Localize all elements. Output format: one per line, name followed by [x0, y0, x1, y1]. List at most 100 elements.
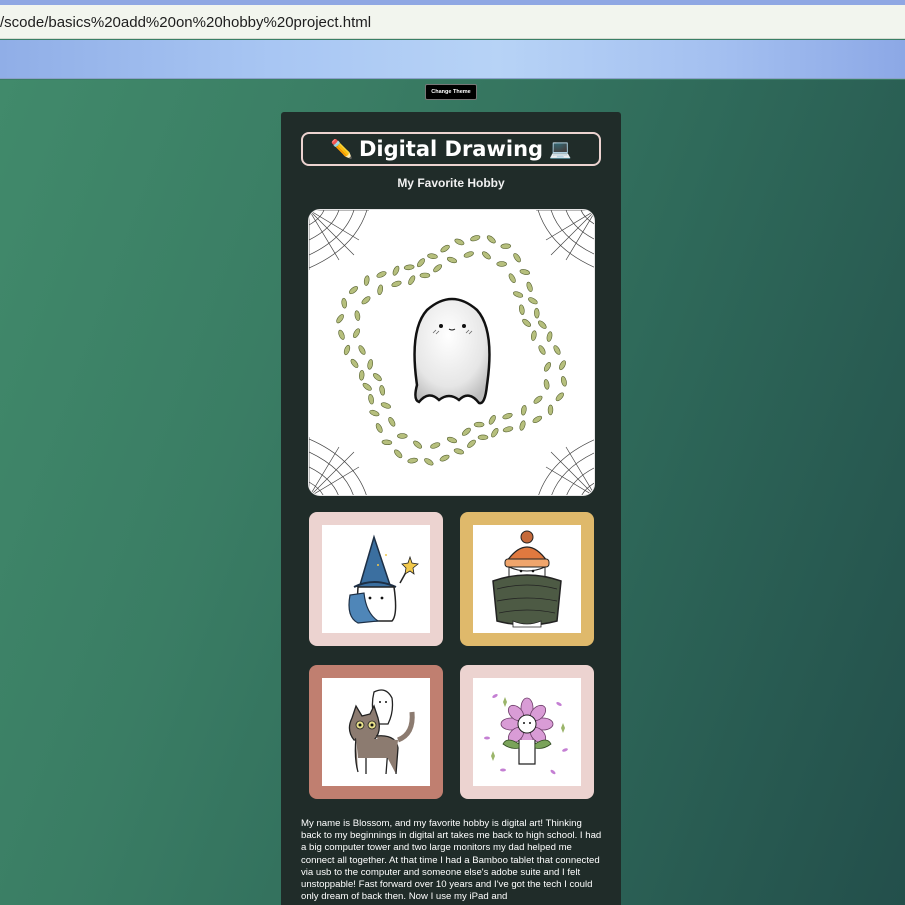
wreath-leaf	[522, 318, 532, 327]
wreath-leaf	[427, 253, 438, 259]
wreath-leaf	[358, 345, 366, 355]
wreath-leaf	[403, 264, 415, 271]
wreath-leaf	[461, 427, 471, 436]
wreath-leaf	[467, 439, 476, 448]
wreath-leaf	[424, 458, 434, 466]
wreath-leaf	[547, 404, 554, 416]
thumbnail-beanie-ghost	[460, 512, 594, 646]
wreath-leaf	[454, 238, 465, 246]
wreath-leaf	[502, 426, 514, 433]
wreath-leaf	[530, 330, 537, 341]
wreath-leaf	[538, 320, 547, 329]
wreath-leaf	[508, 273, 516, 283]
cobweb-bottom-right	[538, 439, 594, 495]
thumbnail-flower-ghost	[460, 665, 594, 799]
wreath-leaf	[470, 235, 481, 242]
change-theme-button[interactable]: Change Theme	[425, 84, 477, 100]
wreath-leaf	[496, 261, 507, 267]
hobby-card: ✏️ Digital Drawing 💻 My Favorite Hobby M…	[281, 112, 621, 905]
browser-toolbar	[0, 40, 905, 79]
wreath-leaf	[362, 382, 372, 391]
wreath-leaf	[453, 448, 465, 455]
wreath-leaf	[349, 286, 358, 295]
laptop-icon: 💻	[549, 139, 572, 159]
wreath-leaf	[502, 412, 513, 420]
wreath-leaf	[543, 362, 552, 372]
wreath-leaf	[528, 297, 538, 305]
wreath-leaf	[519, 269, 531, 275]
wreath-leaf	[439, 454, 450, 462]
wreath-leaf	[388, 417, 396, 427]
bio-paragraph: My name is Blossom, and my favorite hobb…	[301, 818, 602, 903]
cat-ghost-image	[348, 689, 415, 775]
wreath-leaf	[352, 328, 361, 338]
wreath-leaf	[341, 297, 347, 309]
wreath-leaf	[481, 251, 491, 260]
wreath-leaf	[532, 415, 543, 423]
hero-artwork-image	[308, 209, 595, 496]
wreath-leaf	[526, 281, 533, 292]
wreath-leaf	[473, 421, 485, 428]
wreath-leaf	[394, 449, 403, 459]
wreath-leaf	[491, 428, 499, 438]
cobweb-top-right	[536, 210, 594, 268]
subtitle: My Favorite Hobby	[397, 176, 505, 190]
wreath-leaf	[381, 439, 393, 446]
wreath-leaf	[440, 244, 450, 253]
beanie-ghost-image	[492, 530, 562, 628]
wreath-leaf	[518, 304, 525, 315]
wreath-leaf	[369, 409, 380, 417]
wreath-leaf	[416, 258, 426, 268]
wreath-leaf	[533, 395, 543, 404]
wreath-leaf	[358, 370, 365, 381]
page-title: ✏️ Digital Drawing 💻	[301, 132, 601, 166]
thumbnail-wizard-ghost	[309, 512, 443, 646]
wreath-leaf	[336, 314, 344, 324]
wreath-leaf	[343, 344, 351, 356]
wreath-leaf	[543, 379, 550, 390]
wreath-leaf	[368, 393, 374, 405]
wreath-leaf	[397, 433, 408, 439]
wreath-leaf	[477, 434, 489, 440]
flower-ghost-image	[484, 694, 568, 775]
wreath-leaf	[361, 296, 371, 305]
wreath-leaf	[446, 256, 458, 264]
wreath-leaf	[538, 345, 546, 355]
wreath-leaf	[463, 251, 474, 258]
wreath-leaf	[433, 264, 443, 273]
wreath-leaf	[486, 235, 496, 244]
wreath-leaf	[488, 415, 496, 425]
wreath-leaf	[354, 310, 361, 321]
address-url[interactable]: /scode/basics%20add%20on%20hobby%20proje…	[0, 14, 371, 31]
ghost-figure	[413, 297, 491, 405]
wreath-leaf	[380, 402, 391, 409]
wreath-leaf	[559, 360, 566, 371]
wreath-leaf	[520, 404, 527, 416]
wreath-leaf	[391, 280, 402, 288]
ghost-wreath-illustration	[309, 210, 594, 495]
wreath-leaf	[372, 373, 382, 382]
cobweb-bottom-left	[309, 437, 367, 495]
thumbnail-cat-ghost	[309, 665, 443, 799]
wreath-leaf	[513, 291, 524, 298]
wreath-leaf	[560, 376, 567, 387]
wreath-leaf	[419, 272, 431, 279]
wreath-leaf	[519, 420, 526, 431]
wreath-leaf	[375, 423, 383, 433]
wreath-leaf	[555, 392, 564, 402]
wreath-leaf	[392, 265, 400, 276]
wreath-leaf	[500, 243, 512, 249]
wreath-leaf	[363, 275, 370, 286]
wreath-leaf	[338, 329, 345, 340]
wizard-ghost-image	[348, 534, 419, 624]
wreath-leaf	[376, 271, 387, 278]
wreath-leaf	[367, 359, 374, 370]
cobweb-top-left	[309, 210, 369, 270]
wreath-leaf	[546, 331, 553, 342]
wreath-leaf	[407, 457, 418, 464]
wreath-leaf	[408, 275, 416, 285]
pencil-icon: ✏️	[330, 139, 353, 159]
wreath-leaf	[446, 436, 458, 444]
address-bar[interactable]: /scode/basics%20add%20on%20hobby%20proje…	[0, 5, 905, 39]
wreath-leaf	[534, 307, 540, 319]
